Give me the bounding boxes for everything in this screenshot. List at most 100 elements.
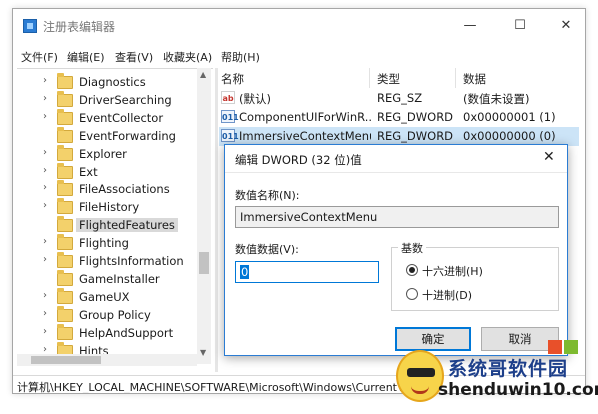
folder-icon [57,108,73,125]
tree-item[interactable]: EventForwarding [17,126,197,146]
scroll-thumb[interactable] [199,252,209,274]
tree-item-label: GameInstaller [79,271,160,286]
radio-decimal[interactable] [406,288,418,300]
expand-chevron-icon[interactable]: › [43,236,47,247]
dword-value-icon: 011 [221,129,239,142]
tree-item-label: FlightedFeatures [76,218,178,233]
tree-horizontal-scrollbar[interactable] [17,354,197,366]
tree-item[interactable]: › DriverSearching [17,90,197,110]
expand-chevron-icon[interactable]: › [43,75,47,86]
dialog-title: 编辑 DWORD (32 位)值 [235,153,362,167]
folder-icon [57,269,73,286]
tree-item[interactable]: › Diagnostics [17,73,197,92]
expand-chevron-icon[interactable]: › [43,111,47,122]
folder-icon [57,323,73,340]
tree-item-label: FlightsInformation [79,254,184,268]
tree-item-label: HelpAndSupport [79,325,174,340]
value-row[interactable]: 011 ComponentUIForWinR... REG_DWORD 0x00000… [219,108,579,127]
horizontal-scroll-thumb[interactable] [31,356,101,364]
tree-item[interactable]: › GameUX [17,287,197,307]
tree-item-label: Diagnostics [79,75,146,89]
value-data-input[interactable]: 0 [235,261,379,283]
menu-help[interactable]: 帮助(H) [221,49,260,65]
base-groupbox: 基数 十六进制(H) 十进制(D) [391,240,559,311]
folder-icon [57,90,73,107]
pane-splitter[interactable] [215,68,218,372]
mascot-face-icon [396,350,444,402]
expand-chevron-icon[interactable]: › [43,326,47,337]
status-path: 计算机\HKEY_LOCAL_MACHINE\SOFTWARE\Microsof… [17,381,405,394]
menu-file[interactable]: 文件(F) [21,49,58,65]
expand-chevron-icon[interactable]: › [43,182,47,193]
tree-item-label: Explorer [79,146,127,161]
maximize-button[interactable]: ☐ [503,15,537,37]
folder-icon [57,305,73,322]
expand-chevron-icon[interactable]: › [43,254,47,265]
menu-edit[interactable]: 编辑(E) [67,49,105,65]
minimize-button[interactable]: — [453,15,487,37]
column-header-type[interactable]: 类型 [377,68,400,88]
tree-item[interactable]: › FileHistory [17,198,197,217]
value-name: (默认) [239,92,271,106]
menu-bar: 文件(F) 编辑(E) 查看(V) 收藏夹(A) 帮助(H) [13,47,585,67]
tree-item[interactable]: › EventCollector [17,108,197,128]
tree-item[interactable]: › Explorer [17,144,197,164]
tree-item[interactable]: FlightedFeatures [17,216,197,235]
value-name: ImmersiveContextMenu [239,129,371,143]
radio-hexadecimal-label[interactable]: 十六进制(H) [422,263,483,279]
value-row[interactable]: ab (默认) REG_SZ (数值未设置) [219,89,579,108]
tree-item-label: Ext [79,164,98,179]
scroll-down-icon[interactable]: ▼ [200,348,206,357]
close-button[interactable]: ✕ [549,15,583,37]
value-data-label: 数值数据(V): [235,243,299,256]
column-divider[interactable] [455,68,456,88]
watermark-cn-text: 系统哥软件园 [448,358,569,380]
dialog-title-bar[interactable]: 编辑 DWORD (32 位)值 ✕ [225,145,567,173]
expand-chevron-icon[interactable]: › [43,290,47,301]
value-data: 0x00000001 (1) [463,110,556,124]
registry-tree[interactable]: › Diagnostics › DriverSearching › EventCollec… [17,68,213,372]
value-type: REG_DWORD [377,110,454,124]
expand-chevron-icon[interactable]: › [43,308,47,319]
folder-icon [57,73,73,89]
tree-item[interactable]: › FileAssociations [17,180,197,199]
title-bar[interactable]: 注册表编辑器 — ☐ ✕ [13,9,585,43]
expand-chevron-icon[interactable]: › [43,165,47,176]
tree-item[interactable]: › Group Policy [17,305,197,325]
tree-vertical-scrollbar[interactable]: ▲ ▼ [197,68,211,364]
expand-chevron-icon[interactable]: › [43,147,47,158]
folder-icon [57,180,73,197]
menu-favorites[interactable]: 收藏夹(A) [163,49,212,65]
scroll-up-icon[interactable]: ▲ [200,70,206,79]
tree-item[interactable]: › Ext [17,162,197,182]
tree-item-label: FileAssociations [79,182,170,197]
folder-icon [57,216,73,233]
dialog-close-button[interactable]: ✕ [543,149,555,165]
dword-value-icon: 011 [221,110,239,123]
radio-decimal-label[interactable]: 十进制(D) [422,287,472,303]
edit-dword-dialog: 编辑 DWORD (32 位)值 ✕ 数值名称(N): ImmersiveCon… [224,144,568,356]
column-divider[interactable] [369,68,370,88]
value-name: ComponentUIForWinR... [239,110,371,124]
value-name-label: 数值名称(N): [235,189,300,202]
expand-chevron-icon[interactable]: › [43,200,47,211]
logo-square-red [548,340,562,354]
folder-icon [57,234,73,251]
expand-chevron-icon[interactable]: › [43,344,47,355]
tree-item-label: EventCollector [79,110,164,125]
logo-square-green [564,340,578,354]
tree-item-label: Group Policy [79,307,151,322]
column-header-data[interactable]: 数据 [463,68,486,88]
tree-item[interactable]: › Flighting [17,234,197,253]
expand-chevron-icon[interactable]: › [43,93,47,104]
menu-view[interactable]: 查看(V) [115,49,153,65]
folder-icon [57,144,73,161]
value-name-field[interactable]: ImmersiveContextMenu [235,206,559,228]
value-data: (数值未设置) [463,92,530,106]
tree-item[interactable]: GameInstaller [17,269,197,289]
column-header-name[interactable]: 名称 [221,68,244,88]
radio-hexadecimal[interactable] [406,264,418,276]
value-type: REG_SZ [377,91,423,105]
tree-item[interactable]: › FlightsInformation [17,252,197,271]
tree-item[interactable]: › HelpAndSupport [17,323,197,343]
